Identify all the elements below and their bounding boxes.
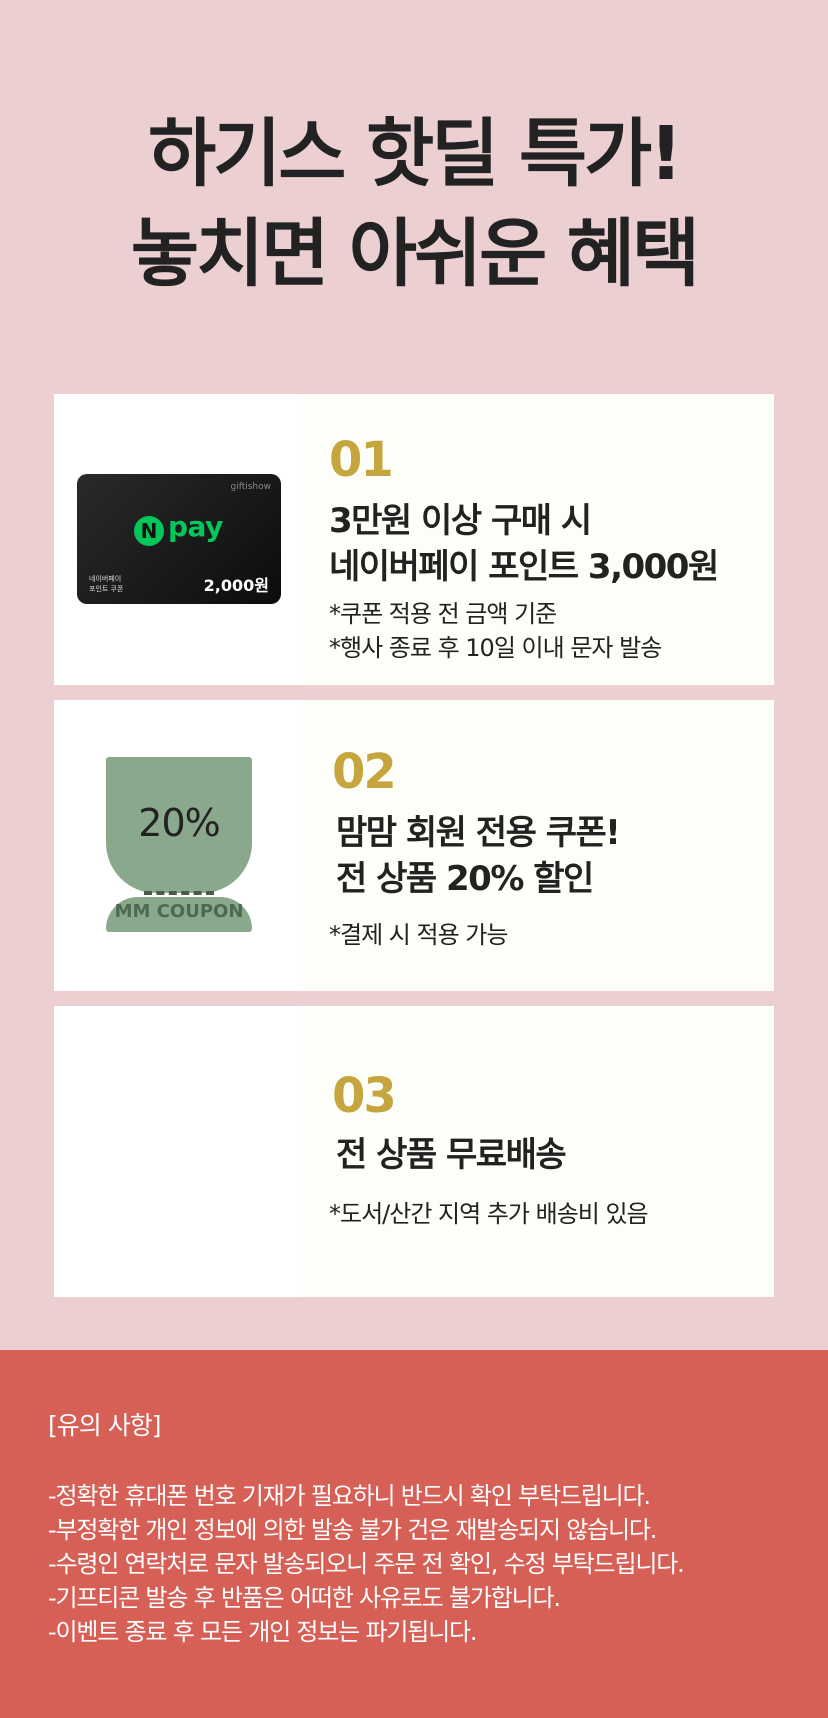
hero-banner: 하기스 핫딜 특가! 놓치면 아쉬운 혜택 [0, 0, 828, 360]
benefit-number: 02 [332, 744, 397, 800]
hero-title-line2: 놓치면 아쉬운 혜택 [130, 211, 700, 297]
npay-coupon-amount: 2,000원 [203, 576, 269, 595]
benefit-number: 01 [329, 432, 394, 488]
mm-coupon-image: 20% MM COUPON [106, 757, 252, 932]
notice-section: [유의 사항] -정확한 휴대폰 번호 기재가 필요하니 반드시 확인 부탁드립… [0, 1350, 828, 1718]
notice-line: -정확한 휴대폰 번호 기재가 필요하니 반드시 확인 부탁드립니다. [48, 1482, 651, 1510]
benefit-card-3: 03 전 상품 무료배송 *도서/산간 지역 추가 배송비 있음 [54, 1006, 774, 1297]
benefit-card-2: 20% MM COUPON 02 맘맘 회원 전용 쿠폰! 전 상품 20% 할… [54, 700, 774, 991]
benefit-card-1-text: 01 3만원 이상 구매 시 네이버페이 포인트 3,000원 *쿠폰 적용 전… [302, 394, 774, 685]
npay-coupon-caption: 네이버페이 포인트 쿠폰 [89, 575, 124, 593]
benefit-card-1: giftishow N pay 네이버페이 포인트 쿠폰 2,000원 01 3… [54, 394, 774, 685]
npay-logo: N pay [134, 510, 234, 548]
notice-line: -기프티콘 발송 후 반품은 어떠한 사유로도 불가합니다. [48, 1584, 561, 1612]
hero-title-line1: 하기스 핫딜 특가! [148, 111, 683, 197]
benefit-number: 03 [332, 1068, 397, 1124]
benefit-note: *행사 종료 후 10일 이내 문자 발송 [329, 634, 662, 662]
naver-n-icon: N [134, 516, 164, 546]
coupon-percent: 20% [138, 801, 220, 845]
benefit-headline-line1: 맘맘 회원 전용 쿠폰! [336, 813, 621, 853]
npay-coupon-image: giftishow N pay 네이버페이 포인트 쿠폰 2,000원 [77, 474, 281, 604]
coupon-label: MM COUPON [114, 901, 244, 922]
benefit-note: *결제 시 적용 가능 [329, 921, 508, 949]
giftishow-brand: giftishow [230, 482, 271, 492]
notice-title: [유의 사항] [48, 1411, 161, 1440]
benefit-headline-line1: 전 상품 무료배송 [336, 1135, 567, 1175]
coupon-perforation [144, 891, 214, 895]
benefit-card-2-text: 02 맘맘 회원 전용 쿠폰! 전 상품 20% 할인 *결제 시 적용 가능 [302, 700, 774, 991]
notice-line: -수령인 연락처로 문자 발송되오니 주문 전 확인, 수정 부탁드립니다. [48, 1550, 685, 1578]
npay-logo-text: pay [168, 510, 223, 543]
notice-line: -부정확한 개인 정보에 의한 발송 불가 건은 재발송되지 않습니다. [48, 1516, 657, 1544]
benefit-note: *도서/산간 지역 추가 배송비 있음 [329, 1200, 649, 1228]
benefit-headline-line2: 네이버페이 포인트 3,000원 [329, 547, 719, 587]
benefit-card-3-text: 03 전 상품 무료배송 *도서/산간 지역 추가 배송비 있음 [302, 1006, 774, 1297]
benefit-headline-line2: 전 상품 20% 할인 [336, 859, 594, 899]
benefit-note: *쿠폰 적용 전 금액 기준 [329, 600, 557, 628]
notice-line: -이벤트 종료 후 모든 개인 정보는 파기됩니다. [48, 1618, 478, 1646]
benefit-headline-line1: 3만원 이상 구매 시 [329, 501, 592, 541]
